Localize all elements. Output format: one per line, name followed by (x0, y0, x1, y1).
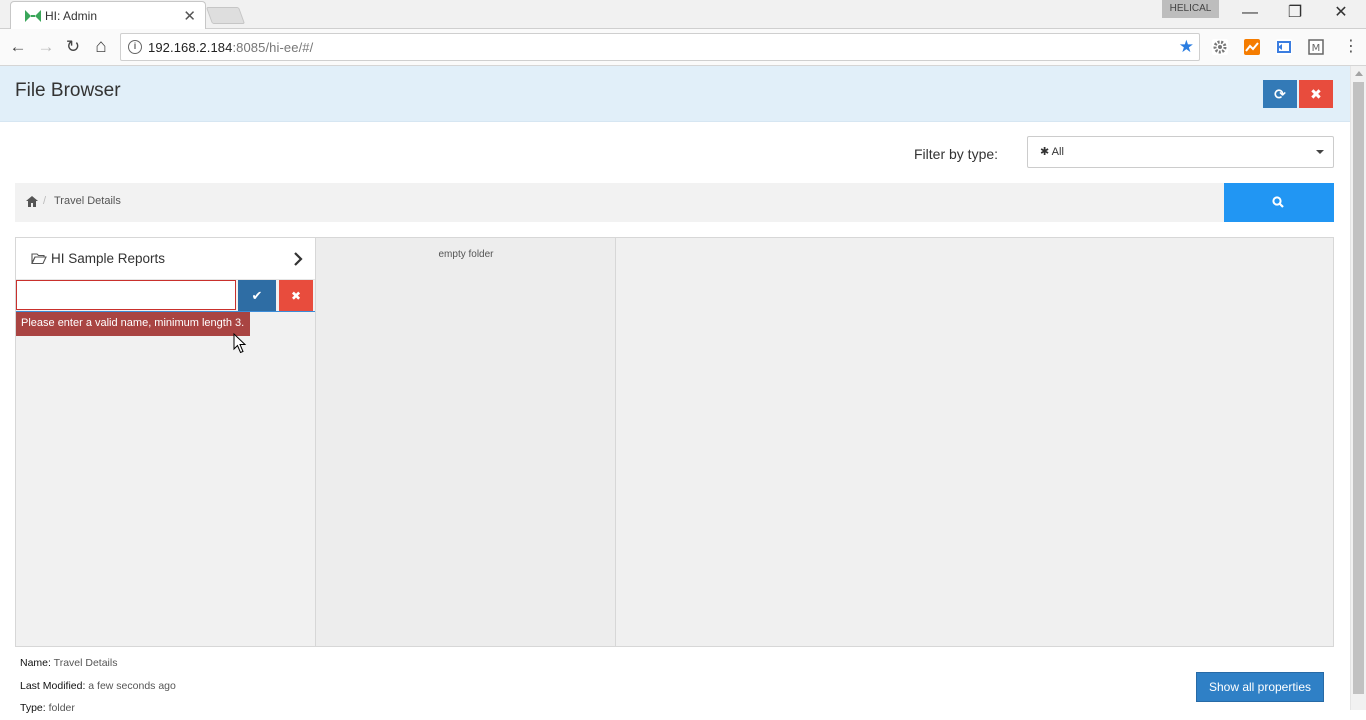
browser-tab-strip: HI: Admin ✕ HELICAL — ❐ ✕ (0, 0, 1366, 29)
url-path: :8085/hi-ee/#/ (232, 40, 314, 55)
caret-down-icon (1316, 150, 1324, 154)
site-info-icon[interactable]: i (128, 40, 142, 54)
search-button[interactable] (1224, 183, 1334, 222)
close-icon: ✖ (1310, 86, 1322, 102)
validation-error-tooltip: Please enter a valid name, minimum lengt… (16, 312, 250, 336)
property-label: Type: (20, 702, 46, 714)
home-icon[interactable] (26, 196, 38, 207)
gear-extension-icon[interactable] (1212, 39, 1228, 55)
refresh-button[interactable]: ⟳ (1263, 80, 1297, 108)
confirm-rename-button[interactable]: ✔ (238, 280, 276, 312)
filter-type-select[interactable]: ✱ All (1027, 136, 1334, 168)
selected-item-properties: Name: Travel Details Last Modified: a fe… (20, 652, 176, 720)
scroll-up-arrow-icon[interactable] (1355, 71, 1363, 76)
bookmark-star-icon[interactable]: ★ (1179, 37, 1194, 57)
refresh-icon: ⟳ (1274, 86, 1286, 102)
cancel-icon: ✖ (290, 289, 302, 303)
folder-name: HI Sample Reports (51, 251, 166, 266)
helical-favicon-icon (25, 10, 41, 22)
new-tab-button[interactable] (205, 7, 246, 24)
folder-item[interactable]: HI Sample Reports (16, 238, 315, 280)
scrollbar-thumb[interactable] (1353, 82, 1364, 694)
filter-label: Filter by type: (914, 146, 999, 162)
minimize-button[interactable]: — (1235, 3, 1265, 25)
filter-selected-value: ✱ All (1040, 146, 1064, 158)
home-button[interactable]: ⌂ (91, 37, 111, 57)
address-bar[interactable]: i 192.168.2.184:8085/hi-ee/#/ ★ (120, 33, 1200, 61)
window-close-button[interactable]: ✕ (1326, 3, 1356, 25)
back-button[interactable]: ← (8, 37, 28, 57)
property-last-modified: Last Modified: a few seconds ago (20, 675, 176, 698)
url-text: 192.168.2.184:8085/hi-ee/#/ (148, 40, 313, 55)
page-scrollbar[interactable] (1350, 66, 1366, 710)
close-button[interactable]: ✖ (1299, 80, 1333, 108)
new-folder-name-input[interactable] (16, 280, 236, 310)
column-3 (616, 238, 1333, 646)
app-header: File Browser ⟳ ✖ (0, 66, 1350, 122)
property-value: Travel Details (53, 657, 118, 669)
column-1: HI Sample Reports ✔ ✖ Please enter a val… (16, 238, 316, 646)
cancel-rename-button[interactable]: ✖ (279, 280, 313, 312)
empty-folder-text: empty folder (438, 249, 494, 260)
analytics-extension-icon[interactable] (1244, 39, 1260, 55)
reload-button[interactable]: ↻ (63, 37, 83, 57)
breadcrumb-separator: / (43, 195, 47, 207)
column-2: empty folder (316, 238, 616, 646)
tab-title: HI: Admin (45, 9, 98, 23)
mouse-cursor-icon (233, 333, 247, 354)
browser-menu-icon[interactable]: ⋮ (1343, 37, 1359, 57)
page-title: File Browser (15, 80, 121, 101)
property-label: Name: (20, 657, 51, 669)
forward-button[interactable]: → (36, 37, 56, 57)
url-host: 192.168.2.184 (148, 40, 233, 55)
property-value: folder (48, 702, 75, 714)
svg-text:M: M (1312, 43, 1321, 54)
property-label: Last Modified: (20, 679, 86, 692)
metamask-extension-icon[interactable]: M (1308, 39, 1324, 55)
browser-toolbar: ← → ↻ ⌂ i 192.168.2.184:8085/hi-ee/#/ ★ … (0, 29, 1366, 66)
restore-button[interactable]: ❐ (1280, 3, 1310, 25)
search-icon (1272, 196, 1284, 208)
chevron-right-icon (294, 252, 303, 266)
browser-tab[interactable]: HI: Admin ✕ (10, 1, 206, 29)
folder-open-icon (31, 253, 47, 265)
property-type: Type: folder (20, 697, 176, 720)
breadcrumb: / Travel Details (15, 183, 1224, 222)
property-name: Name: Travel Details (20, 652, 176, 675)
file-browser-columns: HI Sample Reports ✔ ✖ Please enter a val… (15, 237, 1334, 647)
tab-close-icon[interactable]: ✕ (183, 7, 196, 25)
bookmark-extension-icon[interactable] (1276, 39, 1292, 55)
breadcrumb-item[interactable]: Travel Details (54, 195, 121, 207)
profile-badge[interactable]: HELICAL (1162, 0, 1219, 18)
check-icon: ✔ (251, 288, 263, 303)
property-value: a few seconds ago (88, 679, 176, 692)
show-all-properties-button[interactable]: Show all properties (1196, 672, 1324, 702)
